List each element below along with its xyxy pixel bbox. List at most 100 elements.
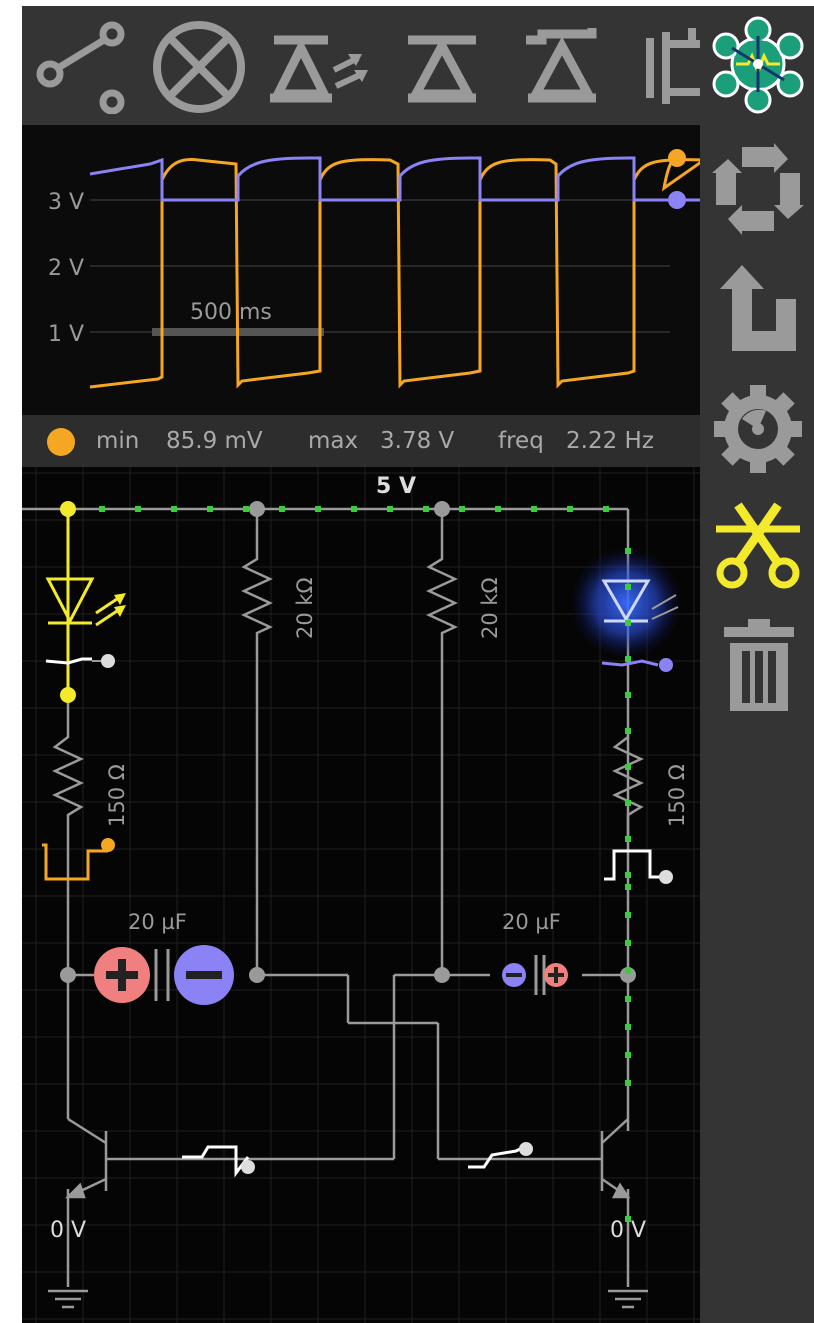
current-dot <box>625 940 631 946</box>
wire-icon <box>36 21 125 115</box>
capacitor-left-label: 20 µF <box>128 910 187 934</box>
probe-purple-marker[interactable] <box>668 191 686 209</box>
current-dot <box>459 506 465 512</box>
ground-left-symbol[interactable] <box>48 1289 88 1309</box>
current-dot <box>625 1024 631 1030</box>
edit-sidebar <box>700 125 814 1323</box>
diode-icon <box>408 35 476 103</box>
current-dot <box>625 620 631 626</box>
rotate-icon <box>712 143 804 235</box>
current-dot <box>625 692 631 698</box>
measurement-bar: min 85.9 mV max 3.78 V freq 2.22 Hz <box>22 415 700 467</box>
current-dot <box>567 506 573 512</box>
node-supply-mid-right[interactable] <box>434 501 450 517</box>
cut-button[interactable] <box>712 499 804 591</box>
circuit-schematic[interactable]: 5 V 20 kΩ 20 kΩ 150 Ω 150 Ω 20 µF 20 µF … <box>22 467 700 1323</box>
resistor-150-right-label: 150 Ω <box>665 764 689 827</box>
resistor-150-left[interactable] <box>52 731 84 839</box>
resistor-20k-left[interactable] <box>241 553 273 639</box>
probe-orange-marker[interactable] <box>668 149 686 167</box>
min-label: min <box>96 428 140 454</box>
node-supply-mid-left[interactable] <box>249 501 265 517</box>
max-value: 3.78 V <box>380 428 455 454</box>
capacitor-left[interactable] <box>94 945 234 1005</box>
led-tool-button[interactable] <box>270 30 374 106</box>
flip-button[interactable] <box>720 265 798 353</box>
current-dot <box>207 506 213 512</box>
node-led-left-top[interactable] <box>60 501 76 517</box>
lamp-icon <box>153 21 245 113</box>
trace-purple <box>89 156 700 202</box>
gear-icon <box>714 385 802 473</box>
node-collector-left[interactable] <box>60 967 76 983</box>
circuit-canvas[interactable]: 5 V 20 kΩ 20 kΩ 150 Ω 150 Ω 20 µF 20 µF … <box>22 467 700 1323</box>
node-led-left-bottom[interactable] <box>60 687 76 703</box>
current-dot <box>625 800 631 806</box>
current-dot <box>625 656 631 662</box>
zener-diode-icon <box>526 28 597 103</box>
node-cap-left-right[interactable] <box>249 967 265 983</box>
app-logo-icon <box>712 16 804 114</box>
lamp-tool-button[interactable] <box>150 18 248 116</box>
wires <box>22 507 630 1287</box>
oscilloscope-panel: 3 V 2 V 1 V 500 ms <box>22 125 700 415</box>
current-dot <box>135 506 141 512</box>
node-cap-right-left[interactable] <box>434 967 450 983</box>
resistor-20k-right[interactable] <box>426 553 458 639</box>
resistor-20k-right-label: 20 kΩ <box>478 577 502 639</box>
current-dot <box>625 1216 631 1222</box>
current-dot <box>625 872 631 878</box>
led-left[interactable] <box>45 509 126 699</box>
delete-button[interactable] <box>724 619 794 711</box>
current-dot <box>625 912 631 918</box>
settings-button[interactable] <box>712 383 804 475</box>
flip-icon <box>720 265 796 351</box>
zener-diode-tool-button[interactable] <box>522 24 602 106</box>
y-tick-2v: 2 V <box>48 256 84 281</box>
current-dot <box>603 506 609 512</box>
current-dot <box>279 506 285 512</box>
led-icon <box>270 35 368 103</box>
capacitor-right-label: 20 µF <box>502 910 561 934</box>
supply-voltage-label: 5 V <box>376 474 416 499</box>
mosfet-icon <box>646 28 700 104</box>
current-dot <box>625 1080 631 1086</box>
current-dot <box>625 996 631 1002</box>
scissors-icon <box>716 502 800 589</box>
trace-orange <box>89 156 700 389</box>
current-dot <box>531 506 537 512</box>
led-right[interactable] <box>570 547 682 672</box>
probe-base-right-waveform[interactable] <box>468 1142 533 1169</box>
current-dot <box>625 584 631 590</box>
current-dot <box>171 506 177 512</box>
app-logo <box>708 14 808 114</box>
rotate-button[interactable] <box>712 143 804 235</box>
current-dot <box>625 1052 631 1058</box>
current-dot <box>315 506 321 512</box>
app-window: 3 V 2 V 1 V 500 ms min 85.9 mV max 3.78 … <box>22 6 814 1323</box>
current-dot <box>351 506 357 512</box>
min-value: 85.9 mV <box>166 428 263 454</box>
diode-tool-button[interactable] <box>404 30 480 106</box>
resistor-150-left-label: 150 Ω <box>105 764 129 827</box>
capacitor-right[interactable] <box>502 955 568 995</box>
current-dot <box>423 506 429 512</box>
current-dot <box>495 506 501 512</box>
current-dot <box>625 548 631 554</box>
probe-base-left-waveform[interactable] <box>182 1145 255 1178</box>
current-dot <box>387 506 393 512</box>
mosfet-tool-button[interactable] <box>644 28 704 108</box>
probe-left-waveform[interactable] <box>42 838 115 881</box>
y-tick-1v: 1 V <box>48 322 84 347</box>
probe-right-waveform[interactable] <box>604 849 673 884</box>
current-dot <box>99 506 105 512</box>
ground-right-symbol[interactable] <box>608 1289 648 1309</box>
current-dot <box>625 836 631 842</box>
current-dot <box>243 506 249 512</box>
wire-tool-button[interactable] <box>36 20 130 115</box>
freq-label: freq <box>498 428 544 454</box>
oscilloscope-plot: 3 V 2 V 1 V 500 ms <box>48 149 700 389</box>
current-dot <box>625 764 631 770</box>
component-toolbar <box>22 6 814 125</box>
trash-icon <box>724 619 794 711</box>
